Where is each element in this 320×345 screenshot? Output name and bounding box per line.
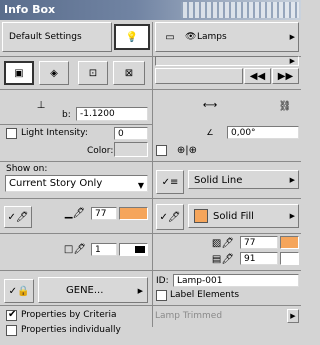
pen-settings-icon[interactable]: ✓🖊	[4, 206, 32, 228]
gene-button[interactable]: GENE... ▶	[38, 277, 148, 303]
pen-number-field[interactable]: 77	[91, 207, 117, 220]
show-on-dropdown[interactable]: Current Story Only ▼	[5, 175, 148, 192]
chevron-right-icon: ▶	[289, 212, 295, 220]
eye-icon: 👁	[185, 32, 197, 42]
fill-swatch	[194, 209, 208, 223]
lamp-trimmed-label: Lamp Trimmed	[155, 311, 223, 321]
light-intensity-checkbox[interactable]	[6, 128, 17, 139]
default-settings-label: Default Settings	[9, 32, 82, 42]
properties-by-criteria-label: Properties by Criteria	[21, 310, 117, 320]
library-icon: ▭	[165, 31, 175, 43]
fill-background-pen-icon: ▤🖊	[211, 253, 235, 265]
chevron-right-icon: ▶	[289, 33, 295, 41]
color-label: Color:	[87, 146, 114, 156]
title-bar[interactable]: Info Box	[0, 0, 301, 20]
elevation-icon: ⊥	[36, 99, 46, 111]
color-swatch[interactable]	[114, 142, 148, 157]
hatch-pen-swatch[interactable]	[280, 236, 299, 249]
pen-color-swatch[interactable]	[119, 207, 148, 220]
chevron-right-icon[interactable]: ▶	[287, 309, 299, 323]
divider	[0, 124, 152, 125]
elevation-field[interactable]: -1.1200	[76, 107, 148, 121]
chevron-right-icon: ▶	[289, 176, 295, 184]
geometry-single-icon[interactable]: ▣	[4, 61, 34, 85]
title-bar-stripes	[181, 2, 299, 18]
selection-info-bar	[155, 68, 243, 84]
chevron-right-icon: ▶	[137, 287, 143, 295]
fill-settings-icon[interactable]: ✓🖊	[156, 204, 184, 230]
vertical-divider	[152, 22, 153, 327]
pen-icon: ▁🖊	[64, 207, 86, 219]
id-field[interactable]: Lamp-001	[173, 274, 299, 287]
lamps-label: Lamps	[197, 32, 227, 42]
window-title: Info Box	[4, 3, 56, 16]
angle-field[interactable]: 0,00°	[227, 126, 299, 139]
divider	[0, 198, 301, 199]
line-type-label: Solid Line	[194, 175, 243, 186]
chevron-down-icon: ▼	[137, 181, 144, 190]
gdl-settings-icon[interactable]: ✓🔒	[4, 279, 34, 303]
divider	[0, 305, 301, 306]
angle-icon: ∠	[206, 127, 214, 137]
geometry-rotated-rect-icon[interactable]: ⊠	[113, 61, 145, 85]
light-intensity-label: Light Intensity:	[21, 128, 88, 138]
mirror-checkbox[interactable]	[156, 145, 167, 156]
fill-background-pen-field[interactable]: 91	[240, 252, 278, 265]
line-type-icon[interactable]: ✓≡	[156, 170, 184, 194]
label-elements-label: Label Elements	[170, 290, 240, 300]
prev-element-button[interactable]: ◀◀	[244, 68, 271, 84]
b-label: b:	[62, 110, 71, 120]
show-on-label: Show on:	[6, 164, 48, 174]
properties-individually-label: Properties individually	[21, 325, 121, 335]
width-arrows-icon: ⟷	[202, 99, 218, 111]
black-swatch	[135, 246, 145, 253]
next-element-button[interactable]: ▶▶	[272, 68, 299, 84]
properties-by-criteria-checkbox[interactable]	[6, 309, 17, 321]
fill-type-dropdown[interactable]: Solid Fill ▶	[188, 204, 299, 228]
background-pen-field[interactable]: 1	[91, 243, 117, 256]
divider	[0, 89, 301, 90]
prev-label: ◀◀	[249, 70, 266, 82]
properties-individually-checkbox[interactable]	[6, 325, 17, 336]
geometry-rotated-icon[interactable]: ◈	[39, 61, 69, 85]
hatch-pen-field[interactable]: 77	[240, 236, 278, 249]
gene-label: GENE...	[66, 285, 104, 296]
fill-type-label: Solid Fill	[213, 211, 254, 222]
mirror-icon: ⊕|⊕	[176, 144, 198, 156]
divider	[0, 270, 301, 271]
next-label: ▶▶	[277, 70, 294, 82]
background-pen-icon: □🖊	[63, 243, 87, 255]
divider	[0, 161, 301, 162]
line-type-dropdown[interactable]: Solid Line ▶	[188, 170, 299, 189]
id-label: ID:	[156, 276, 169, 286]
lamp-trimmed-button[interactable]: Lamp Trimmed ▶	[155, 309, 299, 325]
lamps-library-button[interactable]: ▭ 👁 Lamps ▶	[155, 22, 299, 52]
label-elements-checkbox[interactable]	[156, 290, 167, 301]
scroll-right-icon[interactable]: ▶	[290, 57, 295, 65]
divider	[0, 233, 301, 234]
background-pen-swatch[interactable]	[119, 243, 148, 256]
scroll-track[interactable]: ▶	[155, 56, 299, 66]
geometry-rectangle-icon[interactable]: ⊡	[78, 61, 108, 85]
chain-link-icon[interactable]: ⛓	[276, 92, 294, 120]
fill-background-pen-swatch[interactable]	[280, 252, 299, 265]
light-intensity-field[interactable]: 0	[114, 127, 148, 140]
hatch-pen-icon: ▨🖊	[211, 237, 235, 249]
show-on-value: Current Story Only	[9, 178, 103, 189]
lamp-settings-icon[interactable]: 💡	[114, 24, 150, 50]
default-settings-button[interactable]: Default Settings	[2, 22, 112, 52]
